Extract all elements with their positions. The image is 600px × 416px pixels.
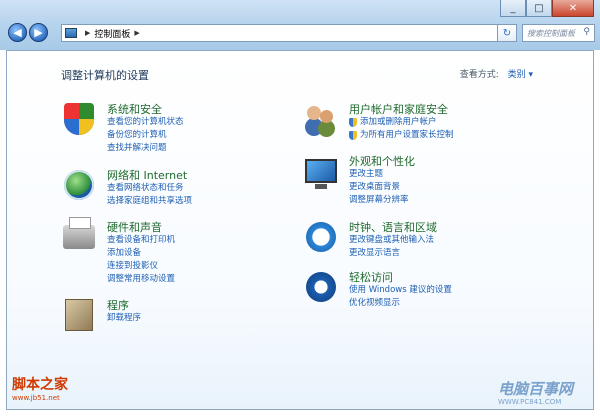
category-title[interactable]: 网络和 Internet — [107, 167, 187, 183]
link-desktop-background[interactable]: 更改桌面背景 — [349, 181, 409, 194]
watermark-right-title: 电脑百事网 — [498, 380, 574, 398]
control-panel-icon — [65, 28, 77, 38]
watermark-left-url: www.jb51.net — [12, 394, 60, 402]
printer-icon[interactable] — [61, 217, 97, 255]
link-recommended-settings[interactable]: 使用 Windows 建议的设置 — [349, 284, 452, 297]
link-network-status[interactable]: 查看网络状态和任务 — [107, 182, 192, 195]
category-title[interactable]: 硬件和声音 — [107, 219, 162, 235]
uac-shield-icon — [349, 131, 357, 140]
link-uninstall[interactable]: 卸载程序 — [107, 312, 141, 325]
link-view-status[interactable]: 查看您的计算机状态 — [107, 116, 184, 129]
users-icon[interactable] — [303, 101, 339, 137]
link-screen-resolution[interactable]: 调整屏幕分辨率 — [349, 194, 409, 207]
link-homegroup[interactable]: 选择家庭组和共享选项 — [107, 195, 192, 208]
uac-shield-icon — [349, 118, 357, 127]
link-backup[interactable]: 备份您的计算机 — [107, 129, 184, 142]
link-troubleshoot[interactable]: 查找并解决问题 — [107, 142, 184, 155]
link-projector[interactable]: 连接到投影仪 — [107, 260, 175, 273]
search-input[interactable]: 搜索控制面板 ⚲ — [522, 24, 595, 42]
clock-globe-icon[interactable] — [303, 219, 339, 255]
refresh-button[interactable]: ↻ — [497, 24, 517, 42]
close-button[interactable]: ✕ — [552, 0, 594, 17]
link-add-device[interactable]: 添加设备 — [107, 247, 175, 260]
programs-box-icon[interactable] — [61, 297, 97, 333]
minimize-button[interactable]: _ — [500, 0, 526, 17]
category-title[interactable]: 轻松访问 — [349, 269, 393, 285]
link-display-language[interactable]: 更改显示语言 — [349, 247, 434, 260]
category-title[interactable]: 外观和个性化 — [349, 153, 415, 169]
category-title[interactable]: 用户帐户和家庭安全 — [349, 101, 448, 117]
window-controls: _ □ ✕ — [500, 0, 594, 17]
link-change-theme[interactable]: 更改主题 — [349, 168, 409, 181]
link-keyboard-input[interactable]: 更改键盘或其他输入法 — [349, 234, 434, 247]
breadcrumb-control-panel[interactable]: 控制面板 — [94, 27, 130, 40]
window-titlebar: _ □ ✕ ◀ ▶ ▶ 控制面板 ▶ ▼ ↻ 搜索控制面板 ⚲ — [0, 0, 600, 50]
back-button[interactable]: ◀ — [8, 23, 27, 42]
category-title[interactable]: 系统和安全 — [107, 101, 162, 117]
search-icon[interactable]: ⚲ — [583, 27, 590, 37]
view-by-label: 查看方式: — [459, 70, 499, 80]
monitor-icon[interactable] — [303, 153, 339, 189]
address-bar[interactable]: ▶ 控制面板 ▶ ▼ — [61, 24, 516, 42]
watermark-left-title: 脚本之家 — [12, 377, 68, 393]
chevron-right-icon[interactable]: ▶ — [134, 29, 139, 37]
security-shield-icon[interactable] — [61, 101, 97, 137]
forward-button[interactable]: ▶ — [29, 23, 48, 42]
control-panel-content: 调整计算机的设置 查看方式: 类别 ▾ 系统和安全 查看您的计算机状态 备份您的… — [6, 50, 594, 410]
watermark-right-url: WWW.PC841.COM — [498, 398, 562, 406]
category-title[interactable]: 程序 — [107, 297, 129, 313]
link-devices-printers[interactable]: 查看设备和打印机 — [107, 234, 175, 247]
search-placeholder: 搜索控制面板 — [527, 28, 575, 38]
maximize-button[interactable]: □ — [526, 0, 552, 17]
category-title[interactable]: 时钟、语言和区域 — [349, 219, 437, 235]
link-mobility[interactable]: 调整常用移动设置 — [107, 273, 175, 286]
view-by-dropdown[interactable]: 类别 ▾ — [508, 70, 533, 80]
network-globe-icon[interactable] — [61, 167, 97, 203]
ease-of-access-icon[interactable] — [303, 269, 339, 305]
chevron-right-icon: ▶ — [85, 29, 91, 37]
link-parental-controls[interactable]: 为所有用户设置家长控制 — [349, 129, 454, 142]
navigation-bar: ◀ ▶ ▶ 控制面板 ▶ ▼ ↻ 搜索控制面板 ⚲ — [0, 22, 600, 46]
link-optimize-display[interactable]: 优化视频显示 — [349, 297, 452, 310]
page-title: 调整计算机的设置 — [61, 69, 149, 82]
link-label: 为所有用户设置家长控制 — [360, 130, 454, 140]
link-label: 添加或删除用户帐户 — [360, 117, 437, 127]
link-add-remove-accounts[interactable]: 添加或删除用户帐户 — [349, 116, 454, 129]
view-by: 查看方式: 类别 ▾ — [460, 67, 533, 80]
